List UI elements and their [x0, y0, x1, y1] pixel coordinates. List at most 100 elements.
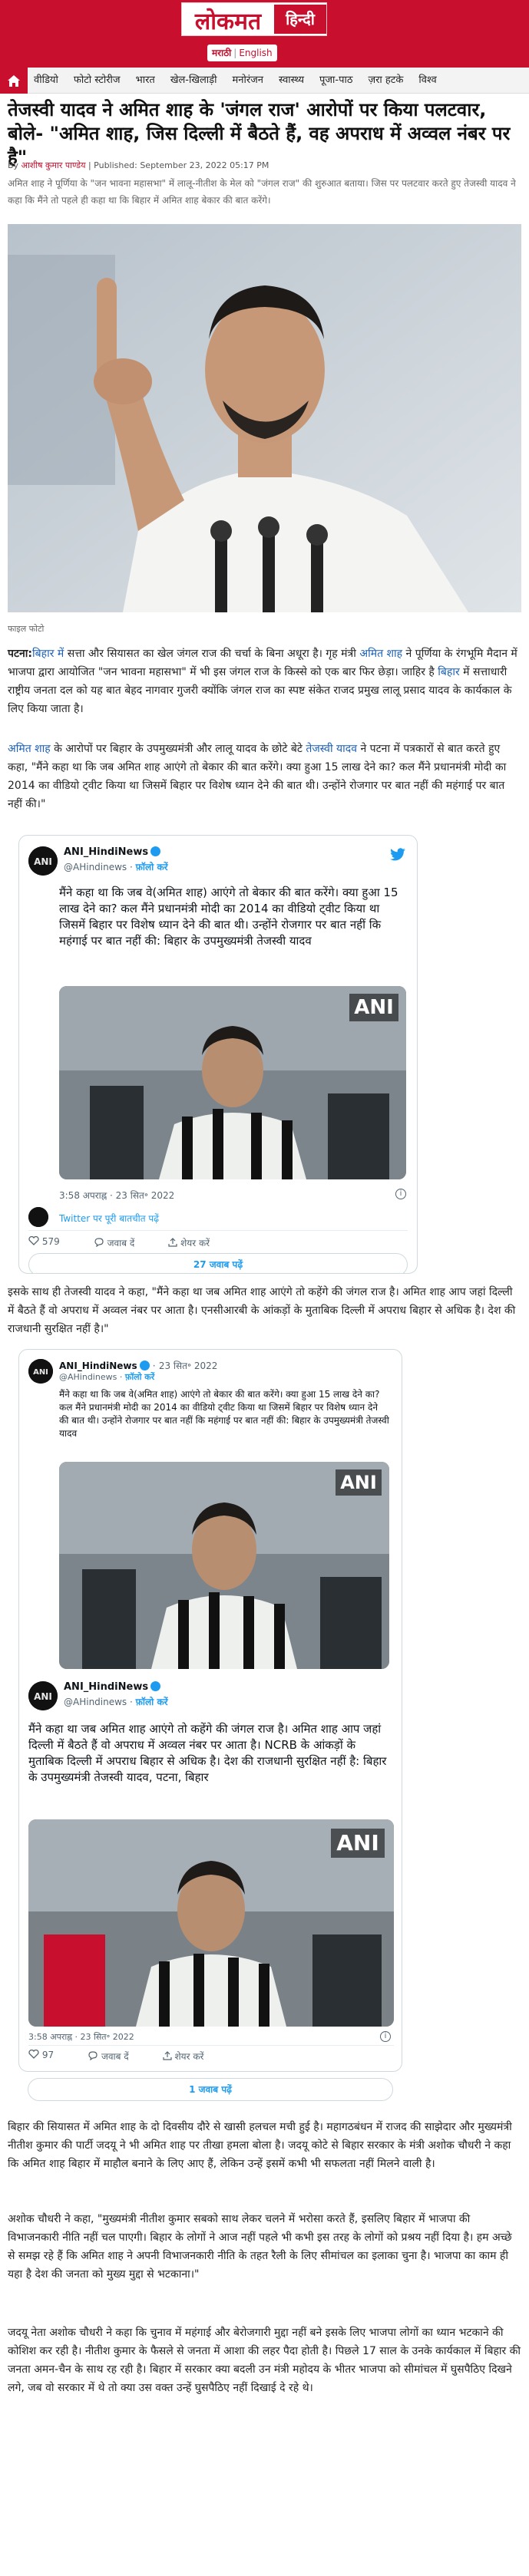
- reply-icon: [94, 1238, 104, 1248]
- home-icon: [8, 75, 20, 87]
- share-label: शेयर करें: [174, 2051, 204, 2062]
- reply-label: जवाब दें: [101, 2051, 129, 2062]
- language-switcher: मराठी | English: [207, 45, 277, 61]
- amit-shah-link[interactable]: अमित शाह: [359, 648, 402, 660]
- verified-badge-icon: [139, 1361, 150, 1370]
- share-icon: [168, 1238, 177, 1247]
- quoted-tweet-date[interactable]: 23 सित॰ 2022: [159, 1361, 218, 1371]
- small-avatar: [28, 1207, 48, 1227]
- tweet-author-name[interactable]: ANI_HindiNews: [64, 1681, 161, 1693]
- twitter-bird-icon[interactable]: [389, 848, 406, 862]
- embedded-tweet-1: ANI ANI_HindiNews @AHindinews · फ़ॉलो कर…: [18, 835, 418, 1274]
- tweet-author-handle: @AHindinews · फ़ॉलो करें: [64, 1697, 168, 1707]
- photo-caption: फाइल फोटो: [8, 624, 45, 634]
- article-paragraph-4: बिहार की सियासत में अमित शाह के दो दिवसी…: [8, 2121, 512, 2170]
- amit-shah-link-2[interactable]: अमित शाह: [8, 743, 51, 755]
- tweet-author-name[interactable]: ANI_HindiNews: [64, 846, 161, 858]
- share-button[interactable]: शेयर करें: [163, 2050, 221, 2063]
- share-icon: [163, 2051, 172, 2060]
- author-link[interactable]: आशीष कुमार पाण्डेय: [21, 160, 86, 170]
- ani-logo-icon: ANI: [28, 1681, 58, 1710]
- logo-hindi-badge: हिन्दी: [274, 5, 326, 34]
- site-logo[interactable]: लोकमत हिन्दी: [181, 2, 327, 36]
- ani-small-logo-icon: [28, 1207, 48, 1227]
- nav-item-entertainment[interactable]: मनोरंजन: [232, 68, 263, 94]
- share-label: शेयर करें: [180, 1238, 210, 1248]
- share-button[interactable]: शेयर करें: [168, 1236, 226, 1249]
- tweet-timestamp[interactable]: 3:58 अपराह्न · 23 सित॰ 2022: [59, 1189, 174, 1202]
- tweet-avatar[interactable]: ANI: [28, 1681, 58, 1710]
- tweet-timestamp[interactable]: 3:58 अपराह्न · 23 सित॰ 2022: [28, 2031, 134, 2043]
- p2-text-a: के आरोपों पर बिहार के उपमुख्यमंत्री और ल…: [50, 743, 306, 755]
- info-icon[interactable]: i: [380, 2031, 391, 2042]
- follow-link[interactable]: फ़ॉलो करें: [136, 1697, 168, 1707]
- tejashwi-yadav-link[interactable]: तेजस्वी यादव: [306, 743, 357, 755]
- info-icon[interactable]: i: [395, 1189, 406, 1199]
- article-paragraph-1: पटना:बिहार में सत्ता और सियासत का खेल जं…: [8, 645, 521, 718]
- like-button[interactable]: 579: [28, 1235, 77, 1249]
- nav-item-health[interactable]: स्वास्थ्य: [279, 68, 304, 94]
- tweet-actions: 579 जवाब दें शेयर करें: [28, 1235, 243, 1249]
- byline-prefix: By: [8, 160, 19, 170]
- verified-badge-icon: [150, 846, 161, 856]
- ani-logo-icon: ANI: [28, 846, 58, 876]
- nav-item-photo-stories[interactable]: फोटो स्टोरीज: [74, 68, 121, 94]
- quoted-tweet-author[interactable]: ANI_HindiNews · 23 सित॰ 2022: [59, 1359, 217, 1372]
- nav-item-offbeat[interactable]: ज़रा हटके: [368, 68, 403, 94]
- like-count: 97: [41, 2050, 55, 2060]
- svg-text:ANI: ANI: [34, 1691, 52, 1702]
- follow-link[interactable]: फ़ॉलो करें: [125, 1372, 154, 1382]
- nav-item-sports[interactable]: खेल-खिलाड़ी: [170, 68, 217, 94]
- p1-text-a: सत्ता और सियासत का खेल जंगल राज की चर्चा…: [64, 648, 360, 660]
- tweet-text: मैंने कहा था जब अमित शाह आएंगे तो कहेंगे…: [28, 1722, 387, 1784]
- heart-icon: [28, 2049, 39, 2059]
- reply-button[interactable]: जवाब दें: [94, 1236, 152, 1249]
- bihar-link[interactable]: बिहार में: [32, 648, 64, 660]
- follow-link[interactable]: फ़ॉलो करें: [136, 862, 168, 872]
- reply-icon: [88, 2051, 98, 2061]
- read-replies-button[interactable]: 27 जवाब पढ़ें: [28, 1253, 408, 1273]
- home-button[interactable]: [0, 68, 28, 94]
- published-date: | Published: September 23, 2022 05:17 PM: [88, 160, 269, 170]
- logo-text: लोकमत: [194, 8, 262, 35]
- lang-english-link[interactable]: English: [239, 48, 272, 58]
- embedded-tweet-2: ANI ANI_HindiNews · 23 सित॰ 2022 @AHindi…: [18, 1349, 402, 2072]
- lang-marathi-link[interactable]: मराठी: [212, 48, 231, 58]
- tweet-video[interactable]: ANI: [28, 1819, 394, 2027]
- quoted-tweet-text: मैंने कहा था कि जब वे(अमित शाह) आएंगे तो…: [59, 1389, 389, 1439]
- lang-separator: |: [233, 48, 237, 58]
- article-byline: By आशीष कुमार पाण्डेय | Published: Septe…: [8, 160, 269, 171]
- article-paragraph-6: जदयू नेता अशोक चौधरी ने कहा कि चुनाव में…: [8, 2327, 521, 2394]
- read-conversation-link[interactable]: Twitter पर पूरी बातचीत पढ़ें: [59, 1212, 159, 1225]
- dateline: पटना:: [8, 648, 33, 660]
- ani-watermark: ANI: [331, 1829, 385, 1858]
- tweet-actions: 97 जवाब दें शेयर करें: [28, 2049, 237, 2063]
- ani-logo-icon: ANI: [28, 1359, 53, 1384]
- tweet-avatar[interactable]: ANI: [28, 846, 58, 876]
- reply-label: जवाब दें: [107, 1238, 135, 1248]
- article-summary: अमित शाह ने पूर्णिया के "जन भावना महासभा…: [8, 178, 516, 206]
- hero-image: [8, 224, 521, 612]
- read-replies-button[interactable]: 1 जवाब पढ़ें: [28, 2078, 393, 2101]
- ani-watermark: ANI: [349, 994, 398, 1021]
- svg-text:ANI: ANI: [34, 856, 52, 867]
- heart-icon: [28, 1235, 39, 1245]
- like-button[interactable]: 97: [28, 2049, 71, 2063]
- reply-button[interactable]: जवाब दें: [88, 2050, 146, 2063]
- nav-item-videos[interactable]: वीडियो: [34, 68, 58, 94]
- tweet-video[interactable]: ANI: [59, 986, 406, 1179]
- nav-item-world[interactable]: विश्व: [418, 68, 436, 94]
- tweet-author-handle: @AHindinews · फ़ॉलो करें: [64, 862, 168, 872]
- quoted-tweet-handle: @AHindinews · फ़ॉलो करें: [59, 1372, 155, 1382]
- article-paragraph-2: अमित शाह के आरोपों पर बिहार के उपमुख्यमं…: [8, 740, 521, 813]
- bihar-link-2[interactable]: बिहार: [438, 666, 459, 678]
- quoted-tweet-avatar[interactable]: ANI: [28, 1359, 53, 1384]
- nav-item-india[interactable]: भारत: [136, 68, 155, 94]
- like-count: 579: [41, 1236, 60, 1247]
- nav-items: वीडियो फोटो स्टोरीज भारत खेल-खिलाड़ी मनो…: [34, 68, 452, 94]
- quoted-tweet-video[interactable]: ANI: [59, 1462, 389, 1669]
- site-header: लोकमत हिन्दी मराठी | English: [0, 0, 529, 68]
- svg-text:ANI: ANI: [33, 1368, 48, 1377]
- nav-item-worship[interactable]: पूजा-पाठ: [319, 68, 352, 94]
- verified-badge-icon: [150, 1681, 161, 1691]
